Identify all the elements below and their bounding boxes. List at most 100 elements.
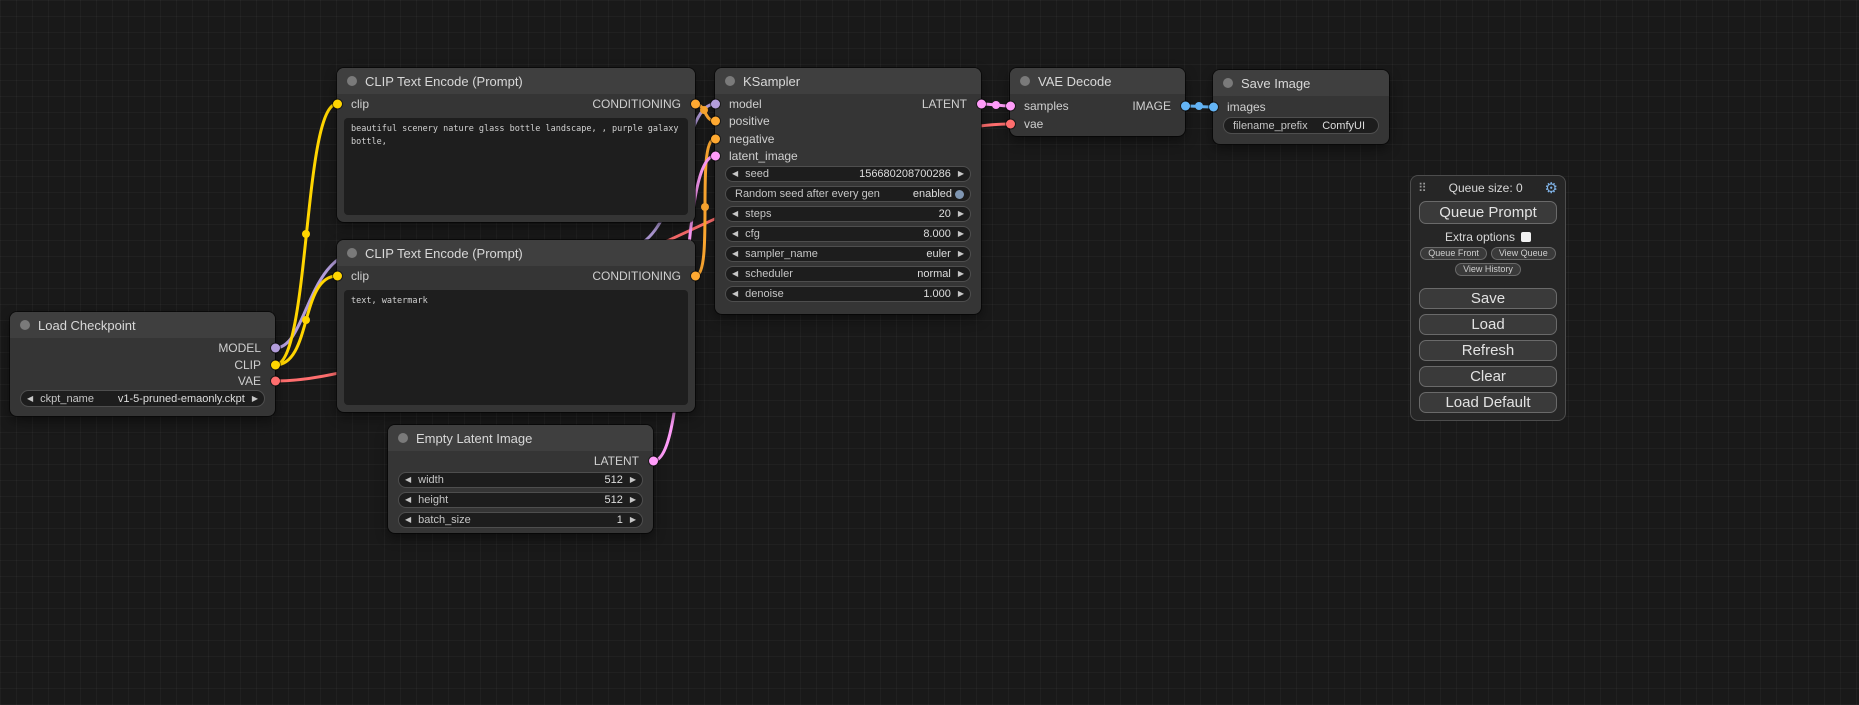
node-save-image[interactable]: Save Image images filename_prefix ComfyU… [1213, 70, 1389, 144]
input-port-model[interactable] [711, 100, 720, 109]
widget-scheduler[interactable]: ◀ scheduler normal ▶ [725, 266, 971, 282]
output-port-clip[interactable] [271, 361, 280, 370]
queue-front-button[interactable]: Queue Front [1420, 247, 1487, 260]
input-row: negative [715, 131, 981, 147]
decrement-arrow-icon[interactable]: ◀ [732, 290, 738, 298]
decrement-arrow-icon[interactable]: ◀ [732, 210, 738, 218]
node-title-bar[interactable]: Save Image [1213, 70, 1389, 96]
collapse-dot-icon[interactable] [20, 320, 30, 330]
output-label-vae: VAE [238, 374, 261, 388]
port-row: clip CONDITIONING [337, 96, 695, 112]
widget-label: batch_size [418, 514, 471, 526]
input-label-positive: positive [729, 114, 770, 128]
collapse-dot-icon[interactable] [725, 76, 735, 86]
node-empty-latent-image[interactable]: Empty Latent Image LATENT ◀ width 512 ▶ … [388, 425, 653, 533]
collapse-dot-icon[interactable] [347, 76, 357, 86]
input-port-clip[interactable] [333, 100, 342, 109]
output-port-image[interactable] [1181, 102, 1190, 111]
output-port-model[interactable] [271, 344, 280, 353]
node-clip-text-encode-positive[interactable]: CLIP Text Encode (Prompt) clip CONDITION… [337, 68, 695, 222]
collapse-dot-icon[interactable] [1020, 76, 1030, 86]
increment-arrow-icon[interactable]: ▶ [630, 496, 636, 504]
node-clip-text-encode-negative[interactable]: CLIP Text Encode (Prompt) clip CONDITION… [337, 240, 695, 412]
widget-cfg[interactable]: ◀ cfg 8.000 ▶ [725, 226, 971, 242]
input-port-vae[interactable] [1006, 120, 1015, 129]
history-buttons-row: View History [1419, 263, 1557, 276]
node-title-bar[interactable]: Empty Latent Image [388, 425, 653, 451]
collapse-dot-icon[interactable] [1223, 78, 1233, 88]
widget-seed[interactable]: ◀ seed 156680208700286 ▶ [725, 166, 971, 182]
increment-arrow-icon[interactable]: ▶ [252, 395, 258, 403]
refresh-button[interactable]: Refresh [1419, 340, 1557, 361]
collapse-dot-icon[interactable] [347, 248, 357, 258]
link-midpoint-dot [700, 106, 708, 114]
decrement-arrow-icon[interactable]: ◀ [405, 516, 411, 524]
node-title-bar[interactable]: CLIP Text Encode (Prompt) [337, 68, 695, 94]
node-ksampler[interactable]: KSampler LATENT model positive negative … [715, 68, 981, 314]
input-port-clip[interactable] [333, 272, 342, 281]
output-port-conditioning[interactable] [691, 272, 700, 281]
output-port-conditioning[interactable] [691, 100, 700, 109]
decrement-arrow-icon[interactable]: ◀ [405, 476, 411, 484]
output-label-clip: CLIP [234, 358, 261, 372]
output-row: MODEL [10, 340, 275, 356]
decrement-arrow-icon[interactable]: ◀ [732, 250, 738, 258]
input-port-samples[interactable] [1006, 102, 1015, 111]
collapse-dot-icon[interactable] [398, 433, 408, 443]
node-graph-canvas[interactable]: Load Checkpoint MODEL CLIP VAE ◀ ckpt_na… [0, 0, 1859, 705]
output-port-latent[interactable] [649, 457, 658, 466]
widget-label: cfg [745, 228, 760, 240]
increment-arrow-icon[interactable]: ▶ [958, 270, 964, 278]
decrement-arrow-icon[interactable]: ◀ [732, 170, 738, 178]
widget-width[interactable]: ◀ width 512 ▶ [398, 472, 643, 488]
input-port-negative[interactable] [711, 135, 720, 144]
increment-arrow-icon[interactable]: ▶ [958, 290, 964, 298]
node-title: CLIP Text Encode (Prompt) [365, 246, 523, 261]
input-port-images[interactable] [1209, 103, 1218, 112]
node-title-bar[interactable]: Load Checkpoint [10, 312, 275, 338]
decrement-arrow-icon[interactable]: ◀ [732, 270, 738, 278]
increment-arrow-icon[interactable]: ▶ [630, 476, 636, 484]
widget-ckpt-name[interactable]: ◀ ckpt_name v1-5-pruned-emaonly.ckpt ▶ [20, 390, 265, 407]
increment-arrow-icon[interactable]: ▶ [958, 210, 964, 218]
queue-size-label: Queue size: 0 [1427, 181, 1545, 195]
extra-options-checkbox[interactable] [1521, 232, 1531, 242]
widget-height[interactable]: ◀ height 512 ▶ [398, 492, 643, 508]
link-midpoint-dot [302, 316, 310, 324]
input-label-images: images [1227, 100, 1266, 114]
node-vae-decode[interactable]: VAE Decode samples IMAGE vae [1010, 68, 1185, 136]
decrement-arrow-icon[interactable]: ◀ [405, 496, 411, 504]
node-title-bar[interactable]: KSampler [715, 68, 981, 94]
decrement-arrow-icon[interactable]: ◀ [27, 395, 33, 403]
input-port-latent-image[interactable] [711, 152, 720, 161]
drag-handle-icon[interactable]: ⠿ [1418, 181, 1427, 195]
widget-sampler-name[interactable]: ◀ sampler_name euler ▶ [725, 246, 971, 262]
increment-arrow-icon[interactable]: ▶ [630, 516, 636, 524]
load-default-button[interactable]: Load Default [1419, 392, 1557, 413]
increment-arrow-icon[interactable]: ▶ [958, 230, 964, 238]
increment-arrow-icon[interactable]: ▶ [958, 250, 964, 258]
widget-filename-prefix[interactable]: filename_prefix ComfyUI [1223, 117, 1379, 134]
node-title-bar[interactable]: CLIP Text Encode (Prompt) [337, 240, 695, 266]
view-queue-button[interactable]: View Queue [1491, 247, 1556, 260]
widget-denoise[interactable]: ◀ denoise 1.000 ▶ [725, 286, 971, 302]
input-port-positive[interactable] [711, 117, 720, 126]
increment-arrow-icon[interactable]: ▶ [958, 170, 964, 178]
save-button[interactable]: Save [1419, 288, 1557, 309]
widget-control-after-generate[interactable]: Random seed after every gen enabled [725, 186, 971, 202]
settings-gear-icon[interactable]: ⚙ [1545, 181, 1558, 196]
prompt-textarea[interactable]: text, watermark [344, 290, 688, 405]
queue-prompt-button[interactable]: Queue Prompt [1419, 201, 1557, 224]
load-button[interactable]: Load [1419, 314, 1557, 335]
decrement-arrow-icon[interactable]: ◀ [732, 230, 738, 238]
prompt-textarea[interactable]: beautiful scenery nature glass bottle la… [344, 118, 688, 215]
output-port-vae[interactable] [271, 377, 280, 386]
node-load-checkpoint[interactable]: Load Checkpoint MODEL CLIP VAE ◀ ckpt_na… [10, 312, 275, 416]
node-title-bar[interactable]: VAE Decode [1010, 68, 1185, 94]
output-row: LATENT [388, 453, 653, 469]
toggle-dot[interactable] [955, 190, 964, 199]
widget-batch-size[interactable]: ◀ batch_size 1 ▶ [398, 512, 643, 528]
clear-button[interactable]: Clear [1419, 366, 1557, 387]
view-history-button[interactable]: View History [1455, 263, 1521, 276]
widget-steps[interactable]: ◀ steps 20 ▶ [725, 206, 971, 222]
